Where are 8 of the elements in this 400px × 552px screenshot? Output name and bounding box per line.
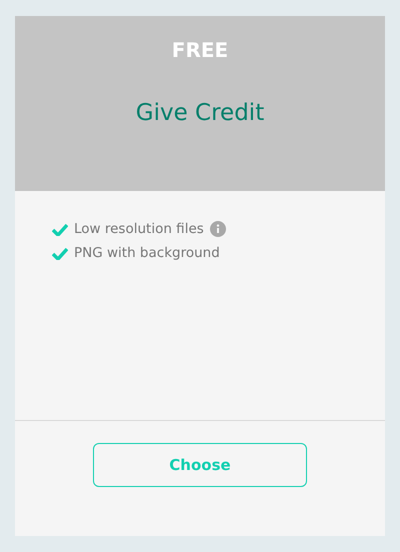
choose-button[interactable]: Choose [93, 443, 307, 487]
info-icon[interactable] [210, 221, 226, 237]
check-icon [52, 246, 68, 260]
feature-text: PNG with background [74, 245, 220, 261]
tier-label: FREE [172, 38, 228, 62]
check-icon [52, 222, 68, 236]
feature-text: Low resolution files [74, 221, 204, 237]
plan-name: Give Credit [136, 100, 264, 126]
